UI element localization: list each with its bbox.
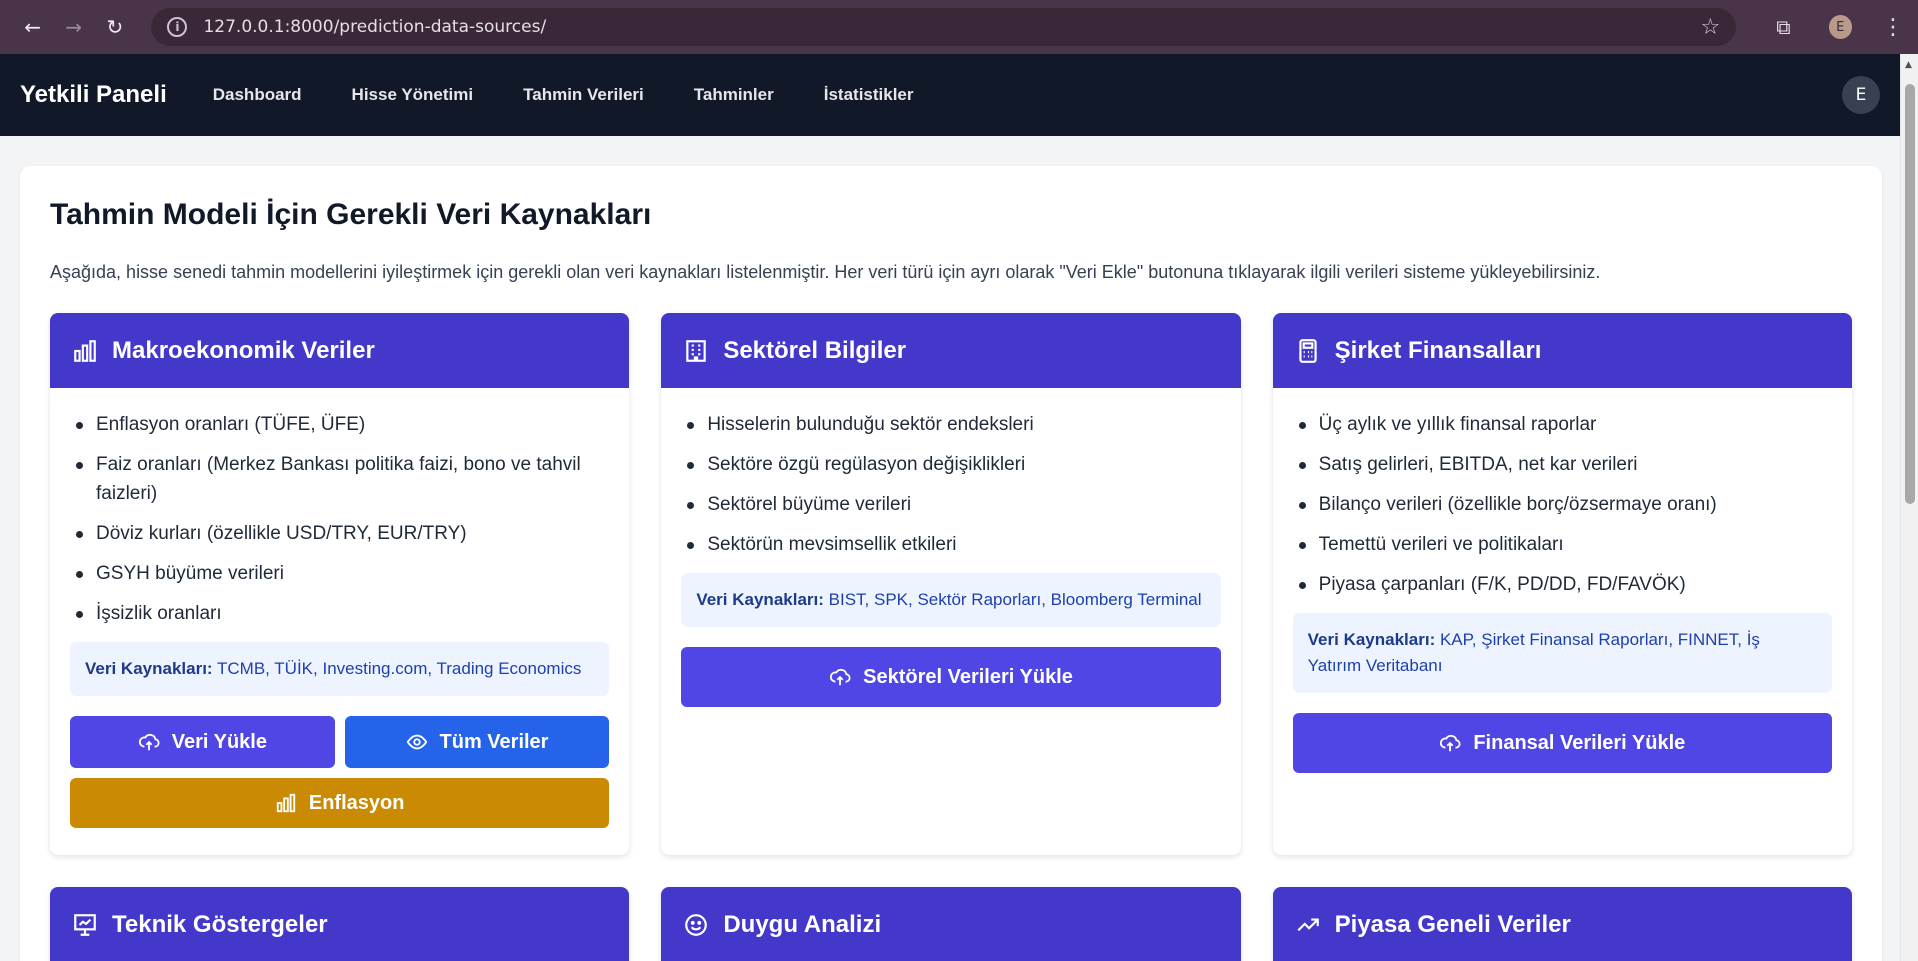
trending-up-icon [1295, 911, 1323, 939]
presentation-chart-icon [72, 911, 100, 939]
address-bar[interactable]: i 127.0.0.1:8000/prediction-data-sources… [151, 8, 1737, 46]
upload-cloud-icon [138, 731, 160, 753]
upload-cloud-icon [829, 666, 851, 688]
profile-avatar[interactable]: E [1828, 15, 1852, 39]
bar-chart-icon [72, 337, 100, 365]
button-label: Enflasyon [308, 791, 405, 814]
list-item: Üç aylık ve yıllık finansal raporlar [1293, 410, 1832, 439]
browser-toolbar: ← → ↻ i 127.0.0.1:8000/prediction-data-s… [0, 0, 1918, 54]
card-title: Şirket Finansalları [1334, 336, 1542, 364]
card-header: Makroekonomik Veriler [50, 313, 630, 388]
reload-icon[interactable]: ↻ [96, 8, 133, 46]
page-title: Tahmin Modeli İçin Gerekli Veri Kaynakla… [50, 198, 652, 231]
button-label: Veri Yükle [171, 730, 267, 753]
data-sources-box: Veri Kaynakları: KAP, Şirket Finansal Ra… [1292, 613, 1832, 693]
list-item: Sektöre özgü regülasyon değişiklikleri [681, 450, 1220, 479]
nav-link-tahminler[interactable]: Tahminler [694, 85, 774, 105]
list-item: Bilanço verileri (özellikle borç/özserma… [1293, 490, 1832, 519]
list-item: Temettü verileri ve politikaları [1293, 530, 1832, 559]
sources-label: Veri Kaynakları: [1307, 630, 1436, 649]
bar-chart-icon [275, 792, 297, 814]
top-navbar: Yetkili Paneli Dashboard Hisse Yönetimi … [0, 54, 1918, 136]
brand-title[interactable]: Yetkili Paneli [20, 81, 167, 109]
list-item: İşsizlik oranları [70, 599, 609, 628]
button-label: Finansal Verileri Yükle [1473, 731, 1686, 754]
nav-link-istatistikler[interactable]: İstatistikler [824, 85, 914, 105]
eye-icon [406, 731, 428, 753]
data-sources-box: Veri Kaynakları: BIST, SPK, Sektör Rapor… [681, 573, 1221, 627]
site-info-icon[interactable]: i [167, 17, 188, 37]
finansal-verileri-yukle-button[interactable]: Finansal Verileri Yükle [1292, 713, 1832, 773]
upload-cloud-icon [1439, 732, 1461, 754]
list-item: Satış gelirleri, EBITDA, net kar veriler… [1293, 450, 1832, 479]
card-duygu-analizi: Duygu Analizi [661, 887, 1241, 961]
card-sirket-finansallari: Şirket Finansalları Üç aylık ve yıllık f… [1272, 313, 1852, 855]
sources-label: Veri Kaynakları: [696, 590, 824, 609]
calculator-icon [1295, 337, 1323, 365]
cards-grid-row2: Teknik Göstergeler Duygu Analizi Piyasa … [50, 887, 1852, 961]
list-item: Hisselerin bulunduğu sektör endeksleri [681, 410, 1220, 439]
browser-menu-icon[interactable]: ⋮ [1882, 15, 1904, 40]
cards-grid: Makroekonomik Veriler Enflasyon oranları… [50, 313, 1852, 855]
card-header: Şirket Finansalları [1272, 313, 1852, 388]
card-piyasa-geneli: Piyasa Geneli Veriler [1272, 887, 1852, 961]
main-panel: Tahmin Modeli İçin Gerekli Veri Kaynakla… [20, 166, 1882, 961]
list-item: GSYH büyüme verileri [70, 559, 609, 588]
list-item: Sektörün mevsimsellik etkileri [681, 530, 1220, 559]
card-header: Duygu Analizi [661, 887, 1241, 961]
sources-text: TCMB, TÜİK, Investing.com, Trading Econo… [217, 659, 582, 678]
bookmark-star-icon[interactable]: ☆ [1701, 15, 1721, 40]
list-item: Sektörel büyüme verileri [681, 490, 1220, 519]
item-list: Üç aylık ve yıllık finansal raporlar Sat… [1293, 410, 1832, 599]
nav-link-dashboard[interactable]: Dashboard [213, 85, 302, 105]
card-teknik-gostergeler: Teknik Göstergeler [50, 887, 630, 961]
forward-icon[interactable]: → [55, 8, 92, 46]
nav-link-tahmin-verileri[interactable]: Tahmin Verileri [523, 85, 644, 105]
card-title: Duygu Analizi [723, 910, 882, 938]
list-item: Faiz oranları (Merkez Bankası politika f… [70, 450, 609, 508]
building-icon [683, 337, 711, 365]
tum-veriler-button[interactable]: Tüm Veriler [344, 716, 610, 768]
item-list: Enflasyon oranları (TÜFE, ÜFE) Faiz oran… [70, 410, 609, 628]
data-sources-box: Veri Kaynakları: TCMB, TÜİK, Investing.c… [70, 642, 610, 696]
card-sektorel: Sektörel Bilgiler Hisselerin bulunduğu s… [661, 313, 1241, 855]
list-item: Döviz kurları (özellikle USD/TRY, EUR/TR… [70, 519, 609, 548]
list-item: Piyasa çarpanları (F/K, PD/DD, FD/FAVÖK) [1293, 570, 1832, 599]
page-scrollbar[interactable]: ▲ [1900, 54, 1918, 961]
card-title: Makroekonomik Veriler [112, 336, 375, 364]
card-header: Piyasa Geneli Veriler [1272, 887, 1852, 961]
nav-link-hisse-yonetimi[interactable]: Hisse Yönetimi [352, 85, 474, 105]
enflasyon-button[interactable]: Enflasyon [70, 778, 610, 828]
card-title: Sektörel Bilgiler [723, 336, 907, 364]
card-header: Sektörel Bilgiler [661, 313, 1241, 388]
list-item: Enflasyon oranları (TÜFE, ÜFE) [70, 410, 609, 439]
scroll-up-icon[interactable]: ▲ [1905, 60, 1912, 70]
user-avatar[interactable]: E [1842, 76, 1880, 114]
sektorel-verileri-yukle-button[interactable]: Sektörel Verileri Yükle [681, 647, 1221, 707]
back-icon[interactable]: ← [14, 8, 51, 46]
extensions-icon[interactable]: ⧉ [1776, 15, 1790, 39]
card-title: Teknik Göstergeler [112, 910, 328, 938]
button-label: Sektörel Verileri Yükle [863, 665, 1073, 688]
card-header: Teknik Göstergeler [50, 887, 630, 961]
sources-label: Veri Kaynakları: [85, 659, 213, 678]
page-intro: Aşağıda, hisse senedi tahmin modellerini… [50, 262, 1601, 282]
card-makroekonomik: Makroekonomik Veriler Enflasyon oranları… [50, 313, 630, 855]
url-text[interactable]: 127.0.0.1:8000/prediction-data-sources/ [203, 17, 546, 37]
veri-yukle-button[interactable]: Veri Yükle [70, 716, 335, 768]
button-label: Tüm Veriler [439, 730, 549, 753]
scrollbar-thumb[interactable] [1905, 84, 1915, 504]
item-list: Hisselerin bulunduğu sektör endeksleri S… [681, 410, 1220, 559]
card-title: Piyasa Geneli Veriler [1334, 910, 1571, 938]
smiley-icon [683, 911, 711, 939]
sources-text: BIST, SPK, Sektör Raporları, Bloomberg T… [828, 590, 1202, 609]
